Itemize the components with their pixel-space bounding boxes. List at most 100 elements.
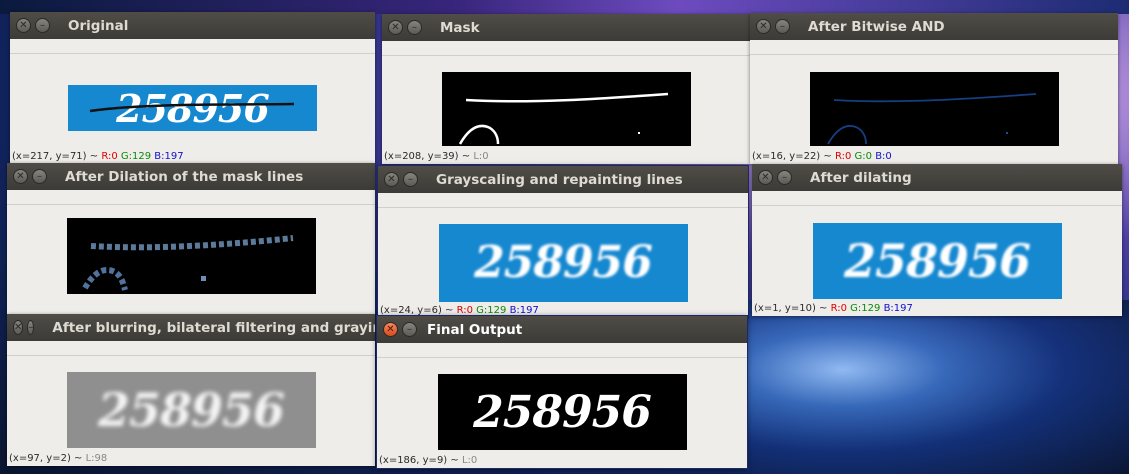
toolbar bbox=[10, 39, 375, 54]
status-l: L:0 bbox=[461, 455, 478, 466]
titlebar[interactable]: ✕ – After blurring, bilateral filtering … bbox=[7, 314, 375, 341]
status-b: B:197 bbox=[154, 151, 184, 162]
noise-lines bbox=[89, 102, 295, 113]
window-title: Mask bbox=[440, 19, 480, 36]
titlebar[interactable]: ✕ – After Bitwise AND bbox=[750, 13, 1118, 40]
status-coords: (x=97, y=2) ~ bbox=[9, 453, 83, 464]
status-bar: (x=97, y=2) ~ L:98 bbox=[9, 453, 107, 465]
status-l: L:98 bbox=[85, 453, 108, 464]
image-area: 258956 bbox=[377, 371, 747, 453]
titlebar[interactable]: ✕ – Grayscaling and repainting lines bbox=[378, 166, 748, 193]
status-bar: (x=16, y=22) ~ R:0 G:0 B:0 bbox=[752, 151, 892, 163]
minimize-icon[interactable]: – bbox=[32, 169, 47, 184]
close-icon[interactable]: ✕ bbox=[13, 320, 24, 335]
status-bar: (x=1, y=10) ~ R:0 G:129 B:197 bbox=[754, 303, 913, 315]
toolbar bbox=[382, 41, 750, 56]
minimize-icon[interactable]: – bbox=[27, 320, 35, 335]
captcha-text: 258956 bbox=[474, 237, 653, 288]
titlebar[interactable]: ✕ – After Dilation of the mask lines bbox=[7, 163, 375, 190]
captcha-image: 258956 bbox=[437, 374, 687, 450]
close-icon[interactable]: ✕ bbox=[16, 18, 31, 33]
status-coords: (x=1, y=10) ~ bbox=[754, 303, 828, 314]
minimize-icon[interactable]: – bbox=[777, 170, 792, 185]
toolbar bbox=[378, 193, 748, 208]
status-b: B:0 bbox=[875, 151, 892, 162]
image-area: 258956 bbox=[10, 66, 375, 150]
mask-lines bbox=[458, 92, 668, 145]
close-icon[interactable]: ✕ bbox=[758, 170, 773, 185]
image-area bbox=[382, 68, 750, 150]
minimize-icon[interactable]: – bbox=[407, 20, 422, 35]
bitwise-image bbox=[809, 71, 1059, 146]
window-title: Original bbox=[68, 17, 129, 34]
minimize-icon[interactable]: – bbox=[775, 19, 790, 34]
status-bar: (x=186, y=9) ~ L:0 bbox=[379, 455, 477, 467]
titlebar[interactable]: ✕ – Mask bbox=[382, 14, 750, 41]
status-r: R:0 bbox=[834, 151, 852, 162]
window-dilation-mask[interactable]: ✕ – After Dilation of the mask lines bbox=[7, 163, 375, 315]
bitwise-lines bbox=[826, 92, 1036, 144]
toolbar bbox=[7, 341, 375, 356]
status-g: G:129 bbox=[850, 303, 881, 314]
toolbar bbox=[750, 40, 1118, 55]
dilation-image bbox=[66, 217, 316, 294]
window-mask[interactable]: ✕ – Mask (x=208, y=39) ~ L:0 bbox=[382, 14, 750, 164]
status-bar: (x=208, y=39) ~ L:0 bbox=[384, 151, 489, 163]
close-icon[interactable]: ✕ bbox=[383, 322, 398, 337]
status-g: G:129 bbox=[476, 305, 507, 316]
captcha-text: 258956 bbox=[843, 233, 1031, 288]
image-area bbox=[750, 67, 1118, 150]
window-bitwise[interactable]: ✕ – After Bitwise AND (x=16, y=22) ~ R:0… bbox=[750, 13, 1118, 164]
status-l: L:0 bbox=[473, 151, 489, 162]
window-grayscaling[interactable]: ✕ – Grayscaling and repainting lines 258… bbox=[378, 166, 748, 318]
status-r: R:0 bbox=[101, 151, 118, 162]
window-blurring[interactable]: ✕ – After blurring, bilateral filtering … bbox=[7, 314, 375, 466]
status-coords: (x=16, y=22) ~ bbox=[752, 151, 832, 162]
image-area bbox=[7, 217, 375, 294]
image-area: 258956 bbox=[752, 220, 1122, 301]
captcha-image: 258956 bbox=[68, 85, 317, 131]
status-r: R:0 bbox=[830, 303, 847, 314]
titlebar[interactable]: ✕ – Final Output bbox=[377, 316, 747, 343]
image-area: 258956 bbox=[7, 369, 375, 451]
window-title: Final Output bbox=[427, 321, 523, 338]
captcha-image: 258956 bbox=[66, 372, 316, 448]
status-b: B:197 bbox=[883, 303, 913, 314]
window-title: After Dilation of the mask lines bbox=[65, 168, 304, 185]
toolbar bbox=[7, 190, 375, 205]
mask-image bbox=[441, 72, 691, 146]
status-g: G:0 bbox=[854, 151, 872, 162]
titlebar[interactable]: ✕ – Original bbox=[10, 12, 375, 39]
status-r: R:0 bbox=[456, 305, 473, 316]
status-g: G:129 bbox=[120, 151, 152, 162]
titlebar[interactable]: ✕ – After dilating bbox=[752, 164, 1122, 191]
captcha-text: 258956 bbox=[473, 386, 652, 438]
status-coords: (x=208, y=39) ~ bbox=[384, 151, 471, 162]
status-coords: (x=24, y=6) ~ bbox=[380, 305, 454, 316]
window-title: After dilating bbox=[810, 169, 912, 186]
window-title: Grayscaling and repainting lines bbox=[436, 171, 683, 188]
close-icon[interactable]: ✕ bbox=[756, 19, 771, 34]
image-area: 258956 bbox=[378, 222, 748, 303]
minimize-icon[interactable]: – bbox=[402, 322, 417, 337]
status-coords: (x=186, y=9) ~ bbox=[379, 455, 459, 466]
minimize-icon[interactable]: – bbox=[35, 18, 50, 33]
window-final[interactable]: ✕ – Final Output 258956 (x=186, y=9) ~ L… bbox=[377, 316, 747, 468]
captcha-image: 258956 bbox=[812, 222, 1062, 299]
window-dilating[interactable]: ✕ – After dilating 258956 (x=1, y=10) ~ … bbox=[752, 164, 1122, 316]
toolbar bbox=[752, 191, 1122, 206]
minimize-icon[interactable]: – bbox=[403, 172, 418, 187]
status-coords: (x=217, y=71) ~ bbox=[12, 151, 99, 162]
dilated-lines bbox=[81, 234, 293, 291]
close-icon[interactable]: ✕ bbox=[388, 20, 403, 35]
close-icon[interactable]: ✕ bbox=[13, 169, 28, 184]
status-b: B:197 bbox=[509, 305, 539, 316]
window-title: After blurring, bilateral filtering and … bbox=[52, 319, 375, 336]
desktop-wallpaper bbox=[720, 300, 1129, 474]
close-icon[interactable]: ✕ bbox=[384, 172, 399, 187]
captcha-text: 258956 bbox=[97, 383, 285, 437]
status-bar: (x=217, y=71) ~ R:0 G:129 B:197 bbox=[12, 151, 184, 163]
toolbar bbox=[377, 343, 747, 358]
window-original[interactable]: ✕ – Original 258956 (x=217, y=71) ~ R:0 … bbox=[10, 12, 375, 164]
captcha-image: 258956 bbox=[438, 223, 688, 302]
